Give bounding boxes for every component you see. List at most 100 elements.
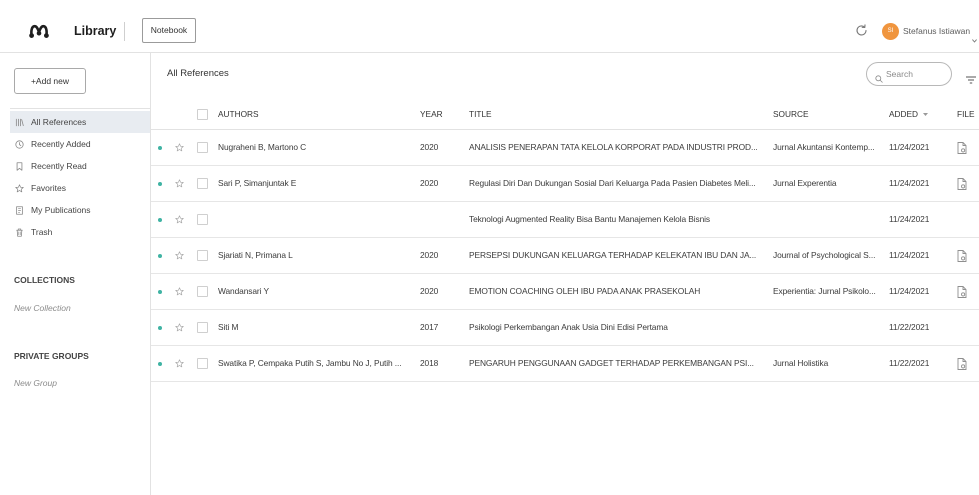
sidebar-item-label: Favorites [31, 183, 66, 193]
favorite-star-icon[interactable] [175, 287, 184, 296]
title-cell[interactable]: PENGARUH PENGGUNAAN GADGET TERHADAP PERK… [469, 346, 769, 381]
favorite-star-icon[interactable] [175, 179, 184, 188]
column-header-authors[interactable]: AUTHORS [218, 99, 259, 129]
row-checkbox[interactable] [197, 250, 208, 261]
year-cell: 2020 [420, 250, 439, 260]
unread-dot [158, 326, 162, 330]
row-checkbox[interactable] [197, 214, 208, 225]
mendeley-logo-icon[interactable] [28, 22, 50, 39]
title-cell[interactable]: Regulasi Diri Dan Dukungan Sosial Dari K… [469, 166, 769, 201]
references-table: AUTHORS YEAR TITLE SOURCE ADDED FILE Nug… [151, 99, 979, 382]
library-icon [15, 118, 24, 127]
sidebar-item-label: Trash [31, 227, 53, 237]
row-checkbox[interactable] [197, 178, 208, 189]
pdf-file-icon[interactable] [957, 178, 967, 190]
added-date-cell: 11/24/2021 [889, 214, 930, 224]
pdf-file-icon[interactable] [957, 142, 967, 154]
column-header-added[interactable]: ADDED [889, 99, 929, 129]
pdf-file-icon[interactable] [957, 286, 967, 298]
row-checkbox[interactable] [197, 358, 208, 369]
select-all-checkbox[interactable] [197, 109, 208, 120]
year-cell: 2020 [420, 286, 439, 296]
search-box[interactable] [866, 62, 952, 86]
sidebar-nav: All References Recently Added Recently R… [10, 111, 150, 243]
title-cell[interactable]: EMOTION COACHING OLEH IBU PADA ANAK PRAS… [469, 274, 769, 309]
source-cell: Journal of Psychological S... [773, 250, 876, 260]
favorite-star-icon[interactable] [175, 215, 184, 224]
row-checkbox[interactable] [197, 286, 208, 297]
new-collection-link[interactable]: New Collection [14, 303, 71, 313]
sort-descending-icon [923, 112, 929, 116]
title-cell[interactable]: Teknologi Augmented Reality Bisa Bantu M… [469, 202, 769, 237]
authors-cell [218, 202, 413, 237]
column-header-title[interactable]: TITLE [469, 99, 492, 129]
search-icon [875, 70, 883, 83]
sidebar-item-recently-read[interactable]: Recently Read [10, 155, 150, 177]
authors-cell: Swatika P, Cempaka Putih S, Jambu No J, … [218, 358, 402, 368]
star-icon [15, 183, 24, 193]
notebook-button[interactable]: Notebook [142, 18, 196, 43]
source-cell: Experientia: Jurnal Psikolo... [773, 286, 876, 296]
sidebar-item-label: My Publications [31, 205, 91, 215]
table-row[interactable]: Siti M 2017 Psikologi Perkembangan Anak … [151, 310, 979, 346]
header-divider [124, 22, 125, 41]
title-cell[interactable]: PERSEPSI DUKUNGAN KELUARGA TERHADAP KELE… [469, 238, 769, 273]
column-header-added-label: ADDED [889, 109, 919, 119]
table-row[interactable]: Wandansari Y 2020 EMOTION COACHING OLEH … [151, 274, 979, 310]
authors-cell: Sari P, Simanjuntak E [218, 178, 297, 188]
pdf-file-icon[interactable] [957, 358, 967, 370]
refresh-icon[interactable] [855, 24, 868, 37]
favorite-star-icon[interactable] [175, 359, 184, 368]
sidebar-item-label: Recently Read [31, 161, 87, 171]
year-cell: 2020 [420, 178, 439, 188]
table-row[interactable]: Nugraheni B, Martono C 2020 ANALISIS PEN… [151, 130, 979, 166]
new-group-link[interactable]: New Group [14, 378, 57, 388]
page-title: All References [167, 68, 229, 79]
clock-icon [15, 139, 24, 149]
private-groups-heading: PRIVATE GROUPS [14, 351, 89, 361]
favorite-star-icon[interactable] [175, 143, 184, 152]
top-bar: Library Notebook SI Stefanus Istiawan [0, 0, 979, 53]
added-date-cell: 11/24/2021 [889, 286, 930, 296]
user-name[interactable]: Stefanus Istiawan [903, 26, 970, 37]
sidebar-item-label: Recently Added [31, 139, 91, 149]
sidebar-divider [10, 108, 150, 109]
sidebar: +Add new All References Recently Added R… [0, 53, 151, 495]
source-cell: Jurnal Experentia [773, 178, 837, 188]
title-cell[interactable]: ANALISIS PENERAPAN TATA KELOLA KORPORAT … [469, 130, 769, 165]
column-header-file[interactable]: FILE [957, 99, 975, 129]
filter-icon[interactable] [966, 71, 976, 84]
add-new-button[interactable]: +Add new [14, 68, 86, 94]
chevron-down-icon[interactable] [972, 30, 977, 43]
table-row[interactable]: Sjariati N, Primana L 2020 PERSEPSI DUKU… [151, 238, 979, 274]
unread-dot [158, 146, 162, 150]
sidebar-item-all-references[interactable]: All References [10, 111, 150, 133]
sidebar-item-favorites[interactable]: Favorites [10, 177, 150, 199]
sidebar-item-my-publications[interactable]: My Publications [10, 199, 150, 221]
unread-dot [158, 182, 162, 186]
user-avatar[interactable]: SI [882, 23, 899, 40]
pdf-file-icon[interactable] [957, 250, 967, 262]
search-input[interactable] [886, 68, 946, 80]
bookmark-icon [15, 161, 24, 171]
row-checkbox[interactable] [197, 142, 208, 153]
row-checkbox[interactable] [197, 322, 208, 333]
column-header-source[interactable]: SOURCE [773, 99, 809, 129]
source-cell: Jurnal Akuntansi Kontemp... [773, 142, 875, 152]
added-date-cell: 11/24/2021 [889, 250, 930, 260]
sidebar-item-trash[interactable]: Trash [10, 221, 150, 243]
collections-heading: COLLECTIONS [14, 275, 75, 285]
table-header: AUTHORS YEAR TITLE SOURCE ADDED FILE [151, 99, 979, 130]
year-cell: 2018 [420, 358, 439, 368]
sidebar-item-recently-added[interactable]: Recently Added [10, 133, 150, 155]
table-row[interactable]: Teknologi Augmented Reality Bisa Bantu M… [151, 202, 979, 238]
title-cell[interactable]: Psikologi Perkembangan Anak Usia Dini Ed… [469, 310, 769, 345]
favorite-star-icon[interactable] [175, 251, 184, 260]
source-cell [773, 202, 885, 237]
table-row[interactable]: Sari P, Simanjuntak E 2020 Regulasi Diri… [151, 166, 979, 202]
app-section-title[interactable]: Library [74, 24, 116, 38]
table-row[interactable]: Swatika P, Cempaka Putih S, Jambu No J, … [151, 346, 979, 382]
authors-cell: Sjariati N, Primana L [218, 250, 293, 260]
favorite-star-icon[interactable] [175, 323, 184, 332]
column-header-year[interactable]: YEAR [420, 99, 443, 129]
